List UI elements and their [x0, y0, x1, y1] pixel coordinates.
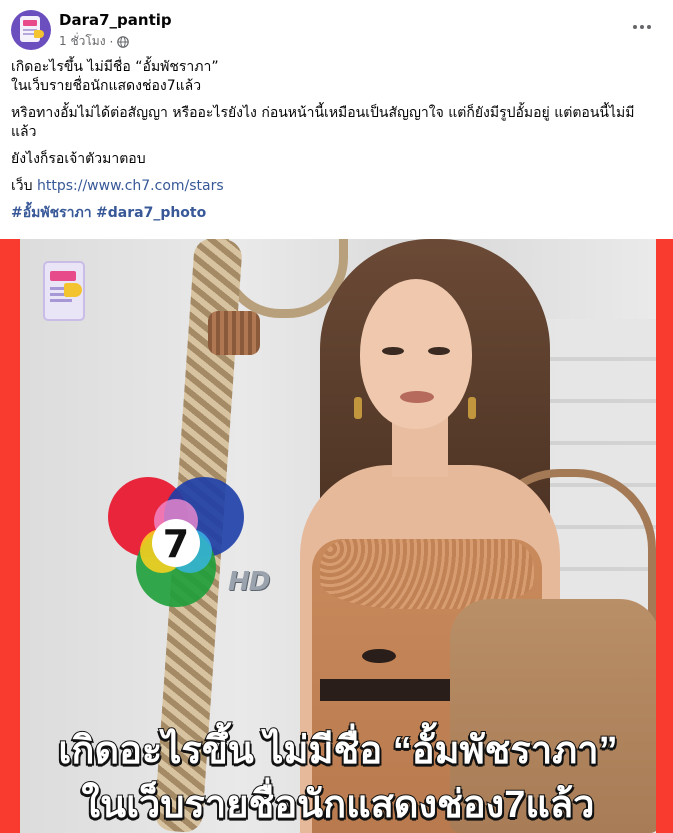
more-options-icon[interactable]	[624, 15, 660, 39]
meta-separator: ·	[109, 34, 114, 49]
right-earring	[468, 397, 476, 419]
megaphone-icon	[34, 30, 44, 38]
photo-content: 7 HD เกิดอะไรขึ้น ไม่มีชื่อ “อั้มพัชราภา…	[20, 239, 656, 833]
post-text-line-2: ในเว็บรายชื่อนักแสดงช่อง7แล้ว	[11, 78, 202, 94]
left-earring	[354, 397, 362, 419]
post-text: เกิดอะไรขึ้น ไม่มีชื่อ “อั้มพัชราภา” ในเ…	[11, 58, 653, 231]
post-paragraph-3: ยังไงก็รอเจ้าตัวมาตอบ	[11, 151, 146, 167]
post-text-line-1: เกิดอะไรขึ้น ไม่มีชื่อ “อั้มพัชราภา”	[11, 59, 219, 75]
right-eye	[428, 347, 450, 355]
post-header: Dara7_pantip 1 ชั่วโมง ·	[11, 9, 662, 51]
page-avatar[interactable]	[11, 10, 51, 50]
sticker-megaphone-icon	[64, 283, 82, 297]
post-image[interactable]: 7 HD เกิดอะไรขึ้น ไม่มีชื่อ “อั้มพัชราภา…	[0, 239, 673, 833]
page-name-link[interactable]: Dara7_pantip	[59, 11, 172, 29]
hashtag-aum-patcharapa[interactable]: #อั้มพัชราภา	[11, 205, 92, 221]
post-meta: 1 ชั่วโมง ·	[59, 32, 130, 51]
post-paragraph-1: เกิดอะไรขึ้น ไม่มีชื่อ “อั้มพัชราภา” ในเ…	[11, 58, 653, 96]
avatar-card-graphic	[20, 16, 40, 42]
post-paragraph-2: หริอทางอั้มไม่ได้ต่อสัญญา หรืออะไรยังไง …	[11, 105, 635, 140]
channel-number: 7	[163, 522, 189, 566]
hashtags: #อั้มพัชราภา #dara7_photo	[11, 204, 653, 223]
image-caption-line-1: เกิดอะไรขึ้น ไม่มีชื่อ “อั้มพัชราภา”	[57, 729, 618, 773]
lips	[400, 391, 434, 403]
left-eye	[382, 347, 404, 355]
web-label: เว็บ	[11, 178, 33, 194]
image-caption-line-2: ในเว็บรายชื่อนักแสดงช่อง7แล้ว	[81, 783, 596, 827]
hashtag-dara7-photo[interactable]: #dara7_photo	[96, 205, 206, 221]
woman-face	[354, 279, 476, 429]
post-paragraph-web: เว็บ https://www.ch7.com/stars	[11, 177, 653, 196]
ch7-stars-link[interactable]: https://www.ch7.com/stars	[37, 178, 224, 194]
hd-logo: HD	[228, 567, 270, 597]
facebook-post: Dara7_pantip 1 ชั่วโมง · เกิดอะไรขึ้น ไม…	[0, 0, 673, 833]
globe-icon[interactable]	[117, 35, 130, 48]
dress-bow	[362, 649, 396, 663]
rope-tie	[208, 311, 260, 355]
post-timestamp[interactable]: 1 ชั่วโมง	[59, 32, 106, 51]
